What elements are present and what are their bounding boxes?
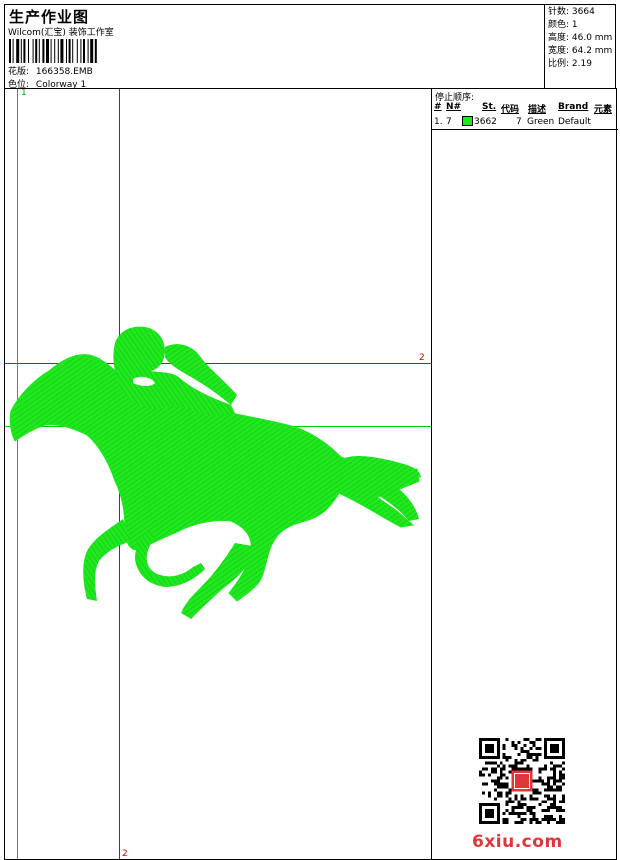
watermark-text: 6xiu.com <box>472 832 563 852</box>
row-code: 7 <box>516 117 522 127</box>
col-header-stitches: St. <box>482 102 497 112</box>
thread-color-swatch <box>462 116 473 126</box>
horse-body <box>9 354 421 619</box>
page-title: 生产作业图 <box>9 8 90 26</box>
col-header-description: 描述 <box>528 105 547 115</box>
barcode-icon <box>9 39 97 63</box>
row-index: 1. <box>434 117 443 127</box>
stitch-count: 针数: 3664 <box>548 7 595 17</box>
studio-subtitle: Wilcom(汇宝) 装饰工作室 <box>8 28 114 38</box>
design-height: 高度: 46.0 mm <box>548 33 613 43</box>
design-canvas: 1 2 2 <box>4 88 432 860</box>
col-header-index: # <box>434 102 442 112</box>
row-needle: 7 <box>446 117 452 127</box>
design-file-label: 花版: <box>8 67 30 77</box>
row-brand: Default <box>558 117 591 127</box>
design-file-value: 166358.EMB <box>35 67 93 77</box>
design-ratio: 比例: 2.19 <box>548 59 592 69</box>
color-count: 颜色: 1 <box>548 20 578 30</box>
horse-jockey-embroidery <box>9 326 421 619</box>
design-file-row: 花版: 166358.EMB <box>8 64 93 77</box>
header-panel: 生产作业图 Wilcom(汇宝) 装饰工作室 花版: 166358.EMB 色位… <box>4 4 545 90</box>
col-header-element: 元素 <box>594 105 613 115</box>
col-header-brand: Brand <box>558 102 589 112</box>
table-divider <box>432 129 618 130</box>
col-header-needle: N# <box>446 102 462 112</box>
qr-code-icon <box>479 738 565 824</box>
stats-panel: 针数: 3664 颜色: 1 高度: 46.0 mm 宽度: 64.2 mm 比… <box>544 4 616 89</box>
design-width: 宽度: 64.2 mm <box>548 46 613 56</box>
col-header-code: 代码 <box>501 105 520 115</box>
row-stitches: 3662 <box>474 117 497 127</box>
row-description: Green <box>527 117 555 127</box>
